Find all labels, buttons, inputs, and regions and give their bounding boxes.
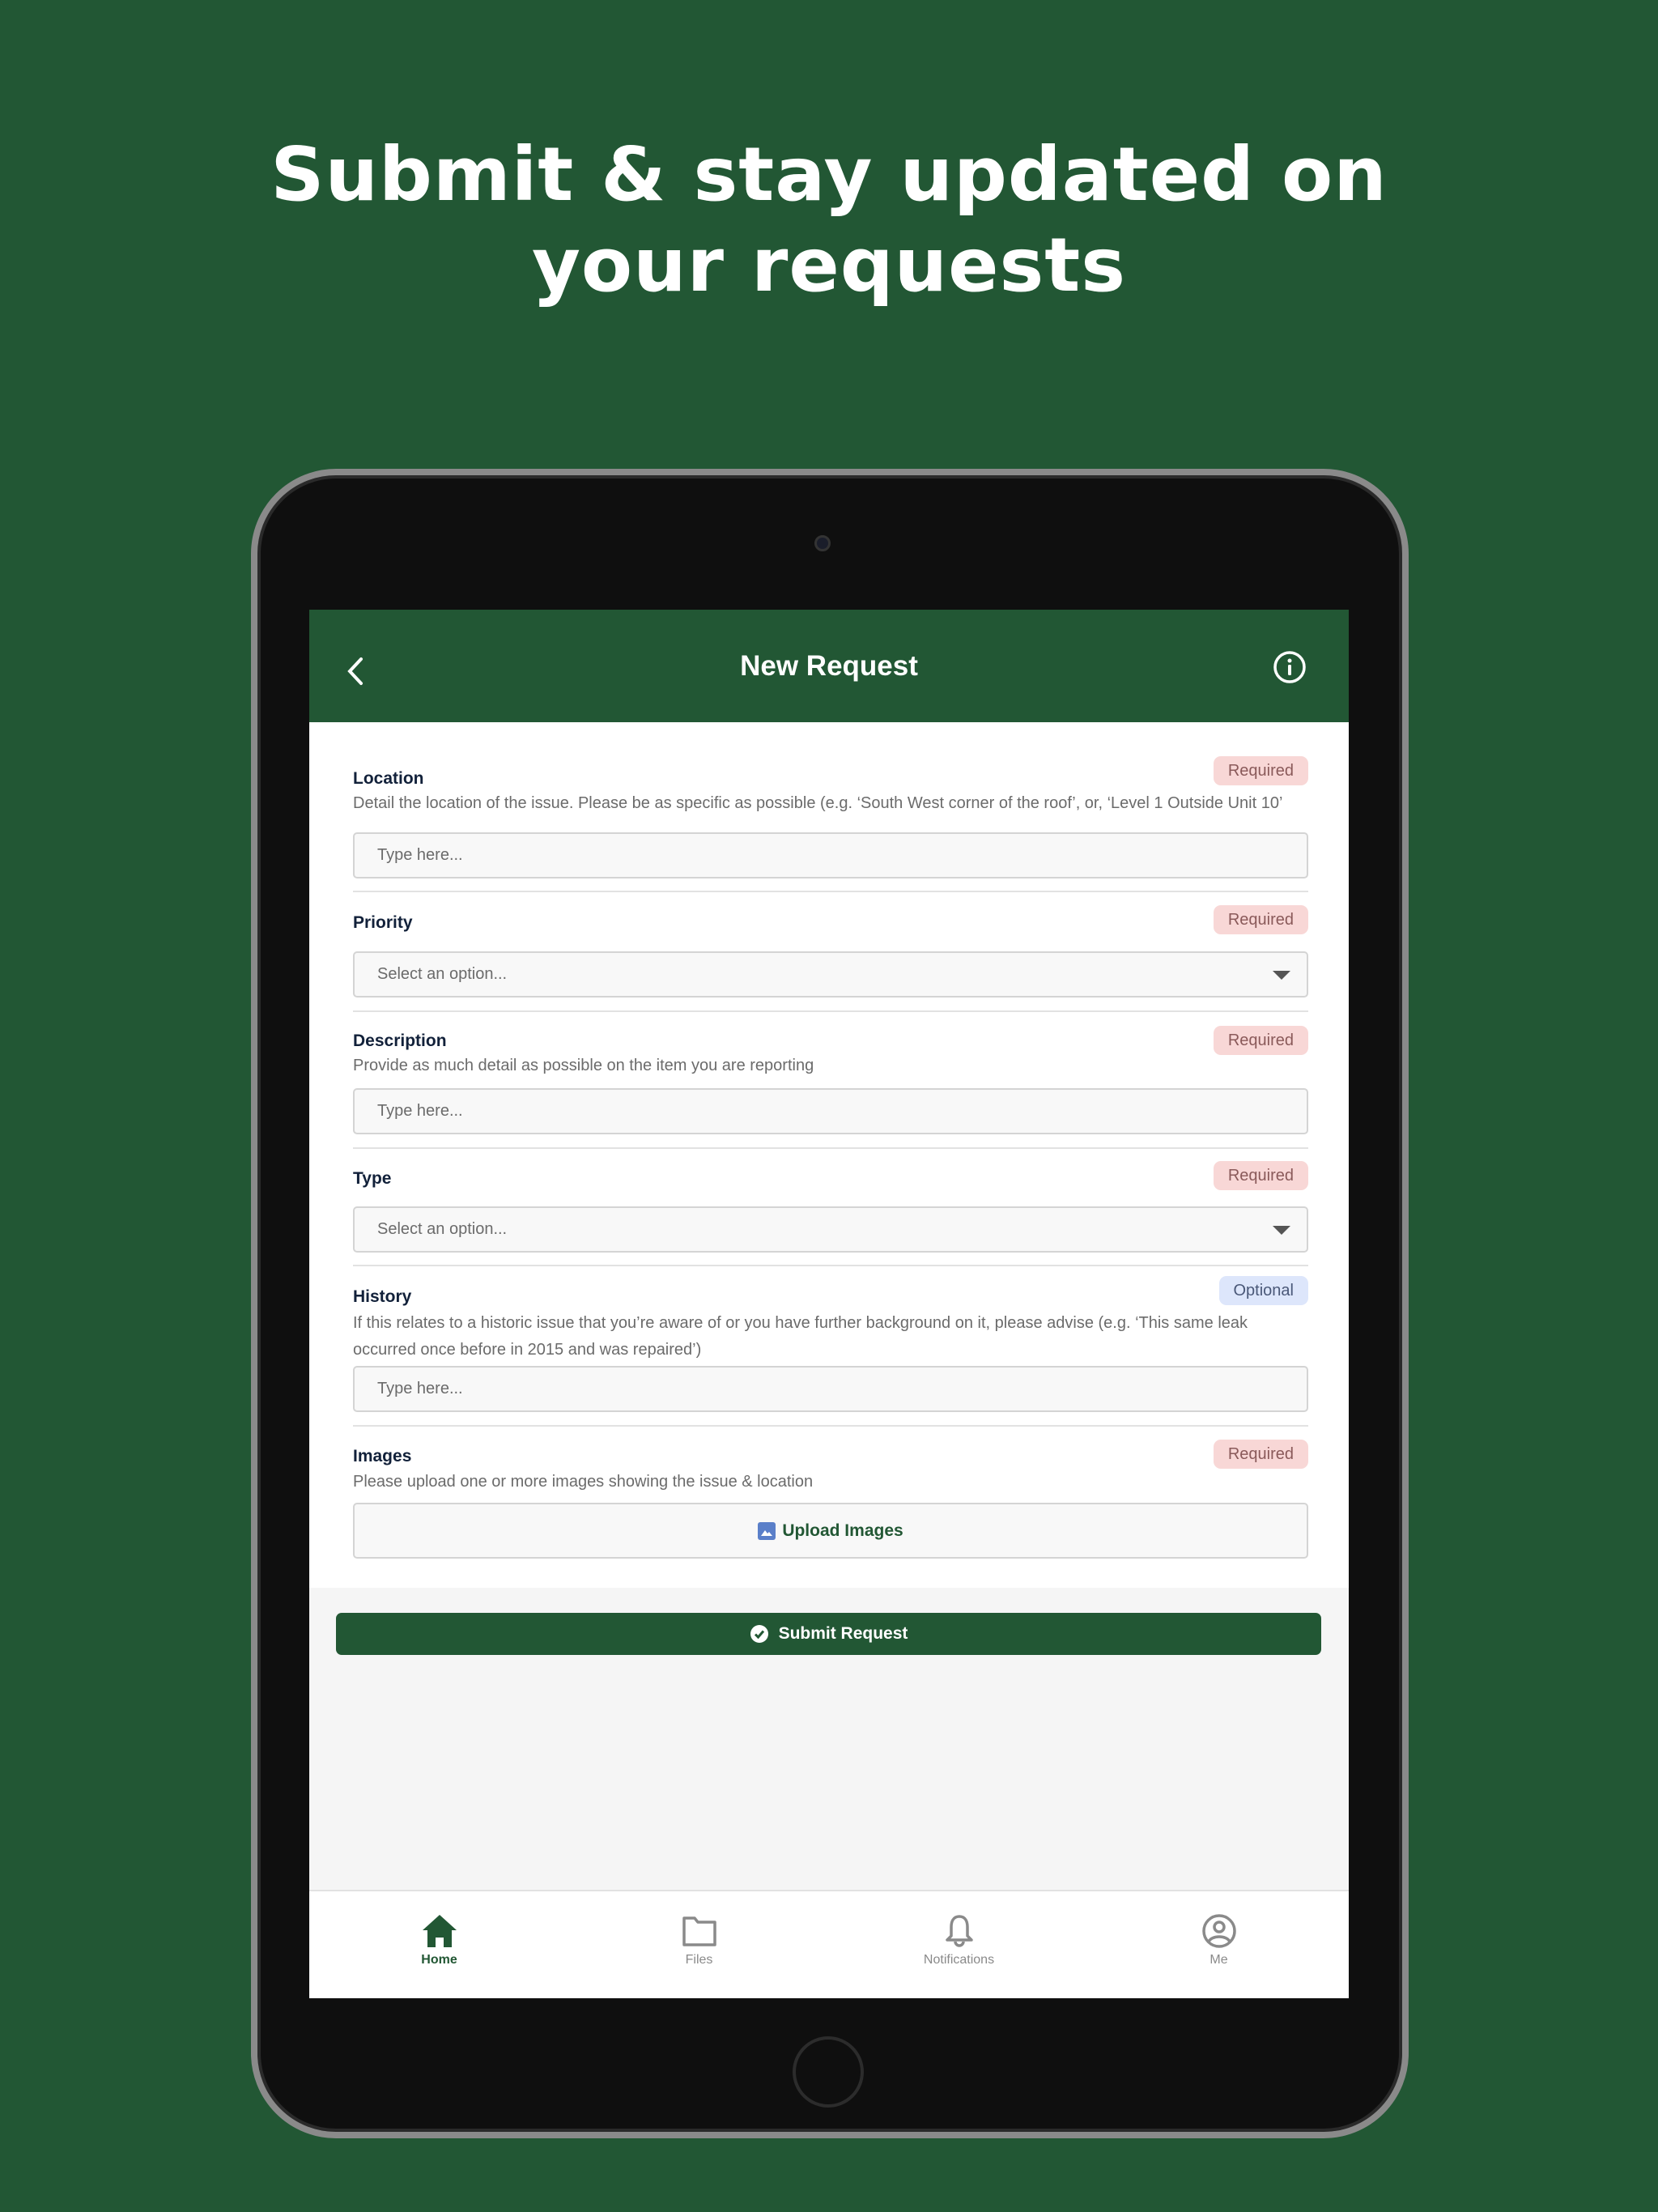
required-badge: Required [1213,1161,1308,1190]
nav-me-label: Me [1209,1953,1228,1967]
page-title: New Request [740,650,918,682]
nav-notifications[interactable]: Notifications [829,1891,1089,1998]
check-circle-icon [750,1625,768,1643]
app-screen: New Request Required Location Detail the… [309,610,1349,1998]
location-input[interactable]: Type here... [353,832,1308,878]
nav-home[interactable]: Home [309,1891,569,1998]
divider [353,1265,1308,1266]
nav-files[interactable]: Files [569,1891,829,1998]
caret-down-icon [1273,1226,1290,1235]
user-circle-icon [1201,1914,1236,1948]
nav-files-label: Files [685,1953,713,1967]
description-label: Description [353,1032,447,1050]
submit-request-label: Submit Request [778,1624,908,1643]
upload-images-label: Upload Images [782,1521,903,1540]
home-icon [422,1915,457,1947]
history-input[interactable]: Type here... [353,1366,1308,1412]
divider [353,891,1308,892]
headline: Submit & stay updated on your requests [0,130,1658,311]
submit-request-button[interactable]: Submit Request [336,1613,1321,1655]
history-description: If this relates to a historic issue that… [353,1314,1248,1359]
divider [353,1147,1308,1149]
images-description: Please upload one or more images showing… [353,1473,814,1491]
required-badge: Required [1213,905,1308,934]
image-icon [758,1521,776,1540]
divider [353,1010,1308,1012]
required-badge: Required [1213,1440,1308,1469]
description-help: Provide as much detail as possible on th… [353,1057,814,1074]
upload-images-button[interactable]: Upload Images [353,1503,1308,1559]
tablet-home-button [793,2036,864,2108]
nav-me[interactable]: Me [1089,1891,1349,1998]
request-form: Required Location Detail the location of… [309,722,1349,1588]
nav-notifications-label: Notifications [923,1953,995,1967]
optional-badge: Optional [1218,1276,1308,1305]
priority-placeholder: Select an option... [377,965,508,983]
type-label: Type [353,1169,392,1188]
type-select[interactable]: Select an option... [353,1206,1308,1253]
required-badge: Required [1213,1026,1308,1055]
nav-home-label: Home [421,1953,457,1967]
bottom-nav: Home Files Notifications Me [309,1890,1349,1998]
required-badge: Required [1213,756,1308,785]
priority-label: Priority [353,913,413,932]
folder-icon [682,1916,716,1946]
bell-icon [945,1915,973,1947]
divider [353,1425,1308,1427]
headline-line-1: Submit & stay updated on [270,131,1388,218]
images-label: Images [353,1447,412,1465]
camera-icon [814,535,831,551]
description-input[interactable]: Type here... [353,1088,1308,1134]
headline-line-2: your requests [531,222,1127,308]
caret-down-icon [1273,971,1290,980]
location-label: Location [353,769,424,788]
type-placeholder: Select an option... [377,1220,508,1238]
priority-select[interactable]: Select an option... [353,951,1308,998]
history-label: History [353,1287,412,1306]
app-header: New Request [309,610,1349,722]
location-description: Detail the location of the issue. Please… [353,794,1283,812]
info-circle-icon[interactable] [1273,650,1307,684]
